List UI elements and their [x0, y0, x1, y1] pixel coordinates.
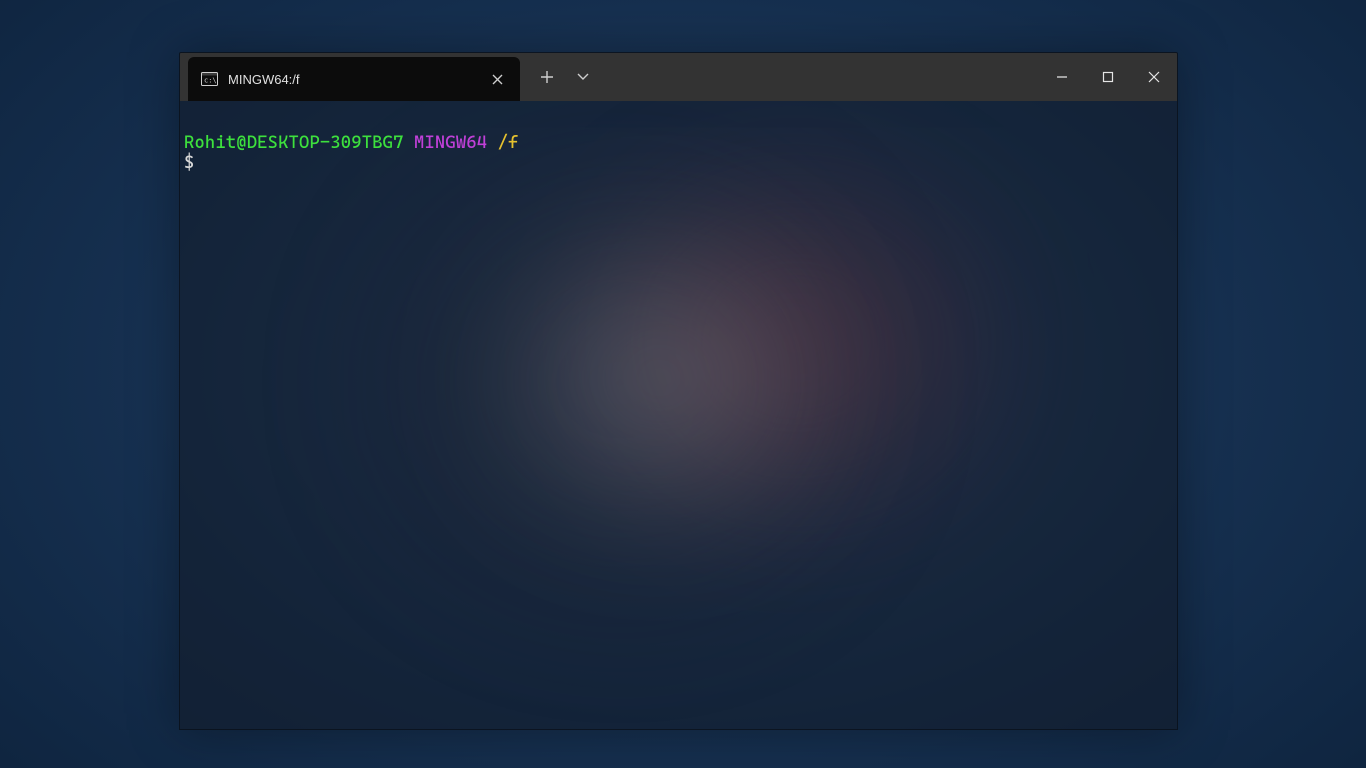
tab-active[interactable]: c:\ MINGW64:/f — [188, 57, 520, 101]
minimize-button[interactable] — [1039, 53, 1085, 101]
maximize-button[interactable] — [1085, 53, 1131, 101]
svg-text:c:\: c:\ — [204, 77, 217, 85]
close-tab-button[interactable] — [482, 64, 512, 94]
close-window-button[interactable] — [1131, 53, 1177, 101]
terminal-window: c:\ MINGW64:/f — [179, 52, 1178, 730]
window-controls — [1039, 53, 1177, 101]
prompt-path: /f — [498, 133, 519, 153]
tab-dropdown-button[interactable] — [568, 62, 598, 92]
titlebar: c:\ MINGW64:/f — [180, 53, 1177, 101]
terminal-body[interactable]: Rohit@DESKTOP-309TBG7 MINGW64 /f $ — [180, 101, 1177, 177]
terminal-icon: c:\ — [200, 70, 218, 88]
tab-title: MINGW64:/f — [228, 72, 482, 87]
prompt-symbol: $ — [184, 153, 194, 173]
prompt-user-host: Rohit@DESKTOP-309TBG7 — [184, 133, 404, 153]
prompt-shell-tag: MINGW64 — [414, 133, 487, 153]
new-tab-button[interactable] — [532, 62, 562, 92]
